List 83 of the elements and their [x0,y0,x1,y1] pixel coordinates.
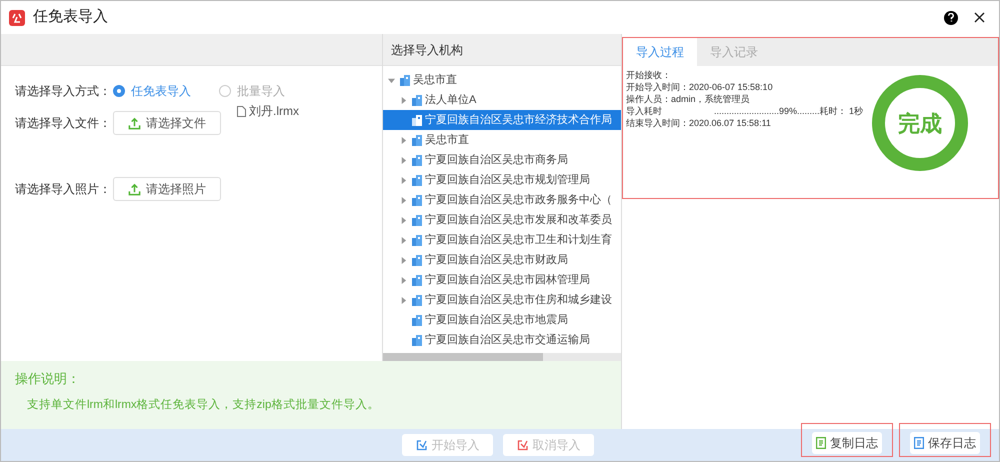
import-icon [416,440,426,450]
building-icon [411,154,423,166]
caret-right-icon[interactable] [400,96,406,104]
tree-item[interactable]: 宁夏回族自治区吴忠市卫生和计划生育 [383,230,621,250]
tree-header: 选择导入机构 [391,42,463,58]
tree-item-label: 吴忠市直 [425,132,469,148]
tree-item-label: 宁夏回族自治区吴忠市政务服务中心（ [425,192,612,208]
tree-item[interactable]: 宁夏回族自治区吴忠市交通运输局 [383,330,621,350]
file-label: 请选择导入文件： [15,115,111,132]
tree-item-label: 宁夏回族自治区吴忠市财政局 [425,252,568,268]
tree-item[interactable]: 吴忠市直 [383,70,621,90]
document-icon [816,437,826,449]
tree-item-label: 宁夏回族自治区吴忠市商务局 [425,152,568,168]
choose-photo-button[interactable]: 请选择照片 [113,177,221,201]
horizontal-scrollbar[interactable] [383,353,621,361]
window-title: 任免表导入 [33,7,108,28]
caret-right-icon[interactable] [400,276,406,284]
tree-item[interactable]: 宁夏回族自治区吴忠市发展和改革委员 [383,210,621,230]
help-icon[interactable] [944,10,958,24]
building-icon [411,214,423,226]
caret-right-icon[interactable] [400,156,406,164]
tree-item-label: 宁夏回族自治区吴忠市交通运输局 [425,332,590,348]
import-icon [516,440,528,450]
copy-log-button[interactable]: 复制日志 [812,432,882,454]
caret-down-icon[interactable] [388,76,394,84]
progress-text: ..........................99%.........耗时： 1秒 [714,105,864,117]
building-icon [411,94,423,106]
save-log-button[interactable]: 保存日志 [910,432,980,454]
building-icon [411,114,423,126]
building-icon [411,334,423,346]
tree-item[interactable]: 宁夏回族自治区吴忠市规划管理局 [383,170,621,190]
document-icon [914,437,924,449]
tree-item-label: 宁夏回族自治区吴忠市地震局 [425,312,568,328]
dragged-file: 刘丹.lrmx [237,102,299,120]
choose-file-button[interactable]: 请选择文件 [113,111,221,135]
tree-item[interactable]: 宁夏回族自治区吴忠市政务服务中心（ [383,190,621,210]
upload-icon [128,182,141,196]
building-icon [411,134,423,146]
caret-right-icon[interactable] [400,256,406,264]
caret-right-icon[interactable] [400,196,406,204]
building-icon [411,194,423,206]
tree-item[interactable]: 宁夏回族自治区吴忠市财政局 [383,250,621,270]
tree-item[interactable]: 吴忠市直 [383,130,621,150]
app-logo-icon [9,10,25,26]
building-icon [411,314,423,326]
caret-right-icon[interactable] [400,136,406,144]
log-line: 开始导入时间：2020-06-07 15:58:10 [626,81,774,93]
caret-right-icon[interactable] [400,176,406,184]
tree-item[interactable]: 宁夏回族自治区吴忠市经济技术合作局 [383,110,621,130]
notes-title: 操作说明： [15,370,81,388]
upload-icon [128,116,141,130]
caret-right-icon[interactable] [400,236,406,244]
building-icon [411,174,423,186]
tree-item[interactable]: 宁夏回族自治区吴忠市地震局 [383,310,621,330]
tree-item-label: 宁夏回族自治区吴忠市园林管理局 [425,272,590,288]
notes-text: 支持单文件lrm和lrmx格式任免表导入，支持zip格式批量文件导入。 [27,398,380,412]
tree-item-label: 宁夏回族自治区吴忠市经济技术合作局 [425,112,612,128]
method-label: 请选择导入方式： [15,83,111,100]
complete-ring: 完成 [872,75,968,171]
tree-item-label: 吴忠市直 [413,72,457,88]
tree-item[interactable]: 宁夏回族自治区吴忠市住房和城乡建设 [383,290,621,310]
building-icon [411,234,423,246]
building-icon [399,74,411,86]
tree-item-label: 法人单位A [425,92,476,108]
tree-item[interactable]: 宁夏回族自治区吴忠市商务局 [383,150,621,170]
log-line: 结束导入时间：2020.06.07 15:58:11 [626,117,772,129]
tree-item[interactable]: 宁夏回族自治区吴忠市园林管理局 [383,270,621,290]
file-icon [237,106,246,116]
tree-item-label: 宁夏回族自治区吴忠市住房和城乡建设 [425,292,612,308]
close-icon[interactable] [974,12,985,23]
caret-right-icon[interactable] [400,296,406,304]
log-line: 操作人员：admin，系统管理员 [626,93,751,105]
tree-item-label: 宁夏回族自治区吴忠市发展和改革委员 [425,212,612,228]
caret-right-icon[interactable] [400,216,406,224]
building-icon [411,274,423,286]
tree-item[interactable]: 法人单位A [383,90,621,110]
tree-item-label: 宁夏回族自治区吴忠市卫生和计划生育 [425,232,612,248]
photo-label: 请选择导入照片： [15,181,111,198]
building-icon [411,254,423,266]
tree-item-label: 宁夏回族自治区吴忠市规划管理局 [425,172,590,188]
log-line: 导入耗时 [626,105,663,117]
log-line: 开始接收： [626,69,672,81]
building-icon [411,294,423,306]
